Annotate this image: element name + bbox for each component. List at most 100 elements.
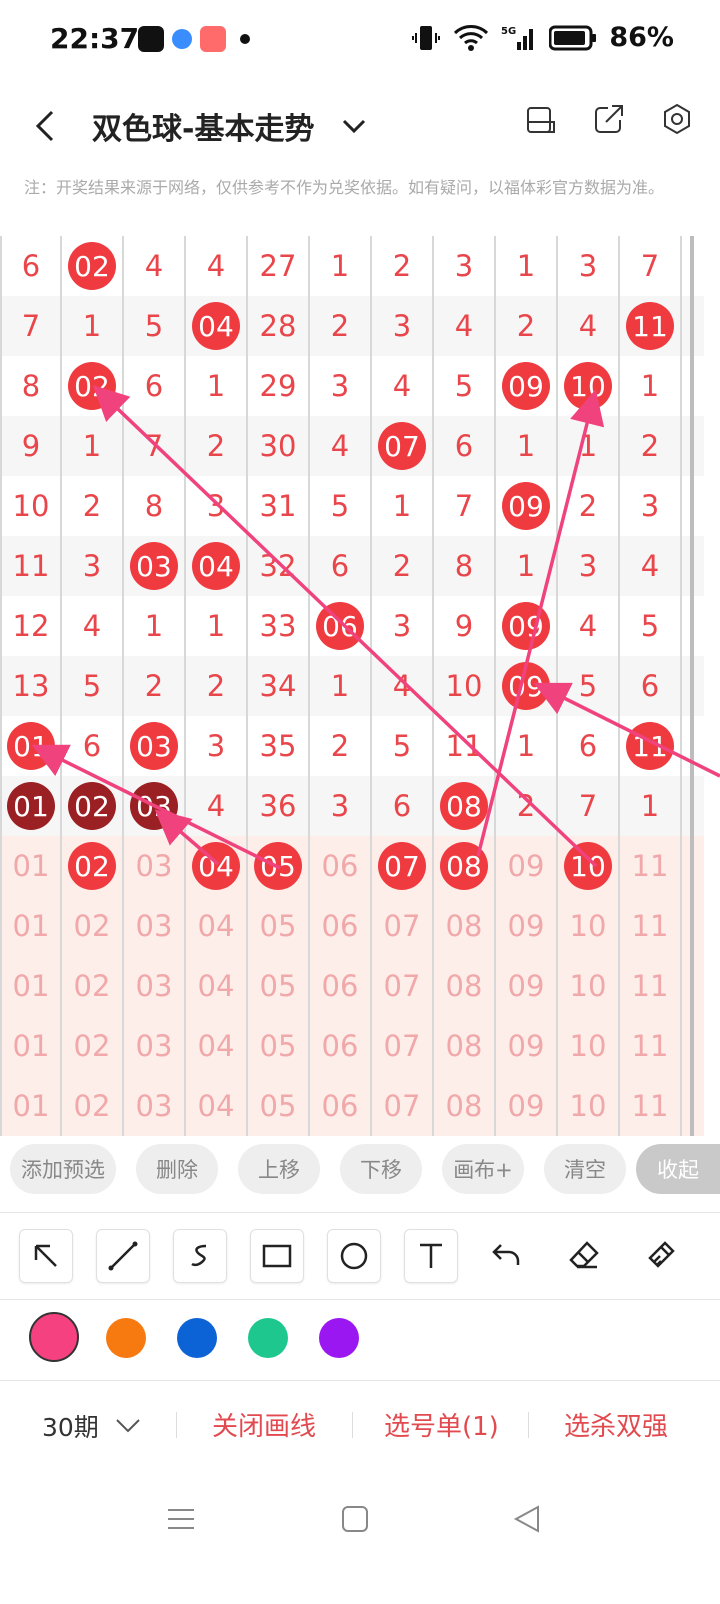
number-ball: 03 bbox=[130, 782, 178, 830]
grid-row: 13 5 2 2 34 1 4 10 09 5 6 bbox=[0, 656, 704, 716]
grid-cell[interactable]: 09 bbox=[496, 1076, 558, 1136]
grid-cell[interactable]: 11 bbox=[620, 896, 682, 956]
grid-cell[interactable]: 08 bbox=[434, 956, 496, 1016]
grid-cell[interactable]: 09 bbox=[496, 896, 558, 956]
grid-cell[interactable]: 07 bbox=[372, 1016, 434, 1076]
grid-cell[interactable]: 09 bbox=[496, 1016, 558, 1076]
grid-cell[interactable]: 11 bbox=[620, 956, 682, 1016]
share-icon[interactable] bbox=[592, 102, 626, 136]
number-ball: 04 bbox=[192, 542, 240, 590]
grid-cell[interactable]: 03 bbox=[124, 1016, 186, 1076]
grid-cell[interactable]: 04 bbox=[186, 836, 248, 896]
nav-back-icon[interactable] bbox=[512, 1504, 542, 1534]
grid-cell[interactable]: 05 bbox=[248, 896, 310, 956]
grid-cell[interactable]: 05 bbox=[248, 836, 310, 896]
grid-cell[interactable]: 07 bbox=[372, 896, 434, 956]
grid-cell[interactable]: 11 bbox=[620, 1076, 682, 1136]
delete-button[interactable]: 删除 bbox=[136, 1144, 218, 1194]
canvas-plus-button[interactable]: 画布+ bbox=[442, 1144, 524, 1194]
arrow-tool[interactable] bbox=[19, 1229, 73, 1283]
grid-cell[interactable]: 04 bbox=[186, 1076, 248, 1136]
grid-cell[interactable]: 08 bbox=[434, 1016, 496, 1076]
circle-tool[interactable] bbox=[327, 1229, 381, 1283]
grid-cell: 1 bbox=[496, 716, 558, 776]
grid-cell[interactable]: 05 bbox=[248, 1076, 310, 1136]
grid-cell[interactable]: 10 bbox=[558, 1076, 620, 1136]
grid-cell[interactable]: 03 bbox=[124, 1076, 186, 1136]
grid-cell[interactable]: 10 bbox=[558, 836, 620, 896]
pick-list-button[interactable]: 选号单(1) bbox=[384, 1406, 499, 1443]
grid-cell[interactable]: 09 bbox=[496, 956, 558, 1016]
grid-cell[interactable]: 08 bbox=[434, 896, 496, 956]
settings-icon[interactable] bbox=[660, 102, 694, 136]
grid-cell[interactable]: 07 bbox=[372, 836, 434, 896]
grid-cell[interactable]: 09 bbox=[496, 836, 558, 896]
undo-button[interactable] bbox=[481, 1229, 533, 1281]
grid-cell[interactable]: 06 bbox=[310, 956, 372, 1016]
grid-cell[interactable]: 07 bbox=[372, 956, 434, 1016]
color-purple-swatch[interactable] bbox=[319, 1318, 359, 1358]
cell-value: 2 bbox=[82, 489, 102, 523]
period-selector[interactable]: 30期 bbox=[42, 1408, 141, 1444]
grid-cell[interactable]: 11 bbox=[620, 836, 682, 896]
grid-cell[interactable]: 11 bbox=[620, 1016, 682, 1076]
menu-icon[interactable] bbox=[166, 1504, 196, 1534]
color-green-swatch[interactable] bbox=[248, 1318, 288, 1358]
cell-value: 11 bbox=[445, 729, 483, 763]
home-icon[interactable] bbox=[340, 1504, 370, 1534]
grid-cell[interactable]: 01 bbox=[0, 836, 62, 896]
number-ball: 10 bbox=[564, 842, 612, 890]
page-title[interactable]: 双色球-基本走势 bbox=[92, 104, 314, 148]
grid-cell[interactable]: 08 bbox=[434, 1076, 496, 1136]
grid-cell[interactable]: 04 bbox=[186, 896, 248, 956]
close-lines-button[interactable]: 关闭画线 bbox=[212, 1406, 316, 1443]
grid-scrollbar[interactable] bbox=[690, 236, 694, 1136]
grid-cell[interactable]: 05 bbox=[248, 1016, 310, 1076]
grid-cell[interactable]: 02 bbox=[62, 896, 124, 956]
grid-cell[interactable]: 02 bbox=[62, 836, 124, 896]
move-down-button[interactable]: 下移 bbox=[340, 1144, 422, 1194]
add-preselect-button[interactable]: 添加预选 bbox=[10, 1144, 116, 1194]
chevron-down-icon[interactable] bbox=[340, 112, 368, 140]
grid-cell[interactable]: 01 bbox=[0, 1016, 62, 1076]
grid-cell[interactable]: 10 bbox=[558, 1016, 620, 1076]
grid-cell[interactable]: 08 bbox=[434, 836, 496, 896]
grid-cell[interactable]: 01 bbox=[0, 1076, 62, 1136]
grid-cell[interactable]: 02 bbox=[62, 956, 124, 1016]
grid-cell[interactable]: 03 bbox=[124, 896, 186, 956]
grid-cell[interactable]: 02 bbox=[62, 1076, 124, 1136]
cell-value: 09 bbox=[507, 1089, 545, 1123]
grid-cell[interactable]: 10 bbox=[558, 956, 620, 1016]
grid-cell[interactable]: 06 bbox=[310, 1016, 372, 1076]
layout-switch-icon[interactable] bbox=[524, 102, 558, 136]
freehand-tool[interactable] bbox=[173, 1229, 227, 1283]
cell-value: 36 bbox=[259, 789, 297, 823]
move-up-button[interactable]: 上移 bbox=[238, 1144, 320, 1194]
clear-button[interactable]: 清空 bbox=[544, 1144, 626, 1194]
clear-all-button[interactable] bbox=[635, 1229, 687, 1281]
grid-cell[interactable]: 06 bbox=[310, 896, 372, 956]
grid-cell[interactable]: 03 bbox=[124, 956, 186, 1016]
grid-cell[interactable]: 03 bbox=[124, 836, 186, 896]
color-orange-swatch[interactable] bbox=[106, 1318, 146, 1358]
grid-cell[interactable]: 06 bbox=[310, 836, 372, 896]
kill-double-button[interactable]: 选杀双强 bbox=[564, 1406, 668, 1443]
grid-cell[interactable]: 04 bbox=[186, 956, 248, 1016]
grid-cell[interactable]: 01 bbox=[0, 956, 62, 1016]
grid-cell[interactable]: 04 bbox=[186, 1016, 248, 1076]
collapse-button[interactable]: 收起 bbox=[636, 1144, 720, 1194]
grid-cell[interactable]: 01 bbox=[0, 896, 62, 956]
eraser-button[interactable] bbox=[558, 1229, 610, 1281]
color-blue-swatch[interactable] bbox=[177, 1318, 217, 1358]
rectangle-tool[interactable] bbox=[250, 1229, 304, 1283]
line-tool[interactable] bbox=[96, 1229, 150, 1283]
grid-cell[interactable]: 05 bbox=[248, 956, 310, 1016]
grid-cell[interactable]: 10 bbox=[558, 896, 620, 956]
grid-cell[interactable]: 06 bbox=[310, 1076, 372, 1136]
grid-cell[interactable]: 07 bbox=[372, 1076, 434, 1136]
trend-grid[interactable]: 6 02 4 4 27 1 2 3 1 3 7 7 1 5 04 28 2 3 4 2 4 11 8 02 6 1 29 3 4 5 09 1… bbox=[0, 236, 704, 1136]
grid-cell[interactable]: 02 bbox=[62, 1016, 124, 1076]
back-icon[interactable] bbox=[32, 106, 60, 146]
text-tool[interactable] bbox=[404, 1229, 458, 1283]
color-pink-swatch[interactable] bbox=[29, 1312, 79, 1362]
